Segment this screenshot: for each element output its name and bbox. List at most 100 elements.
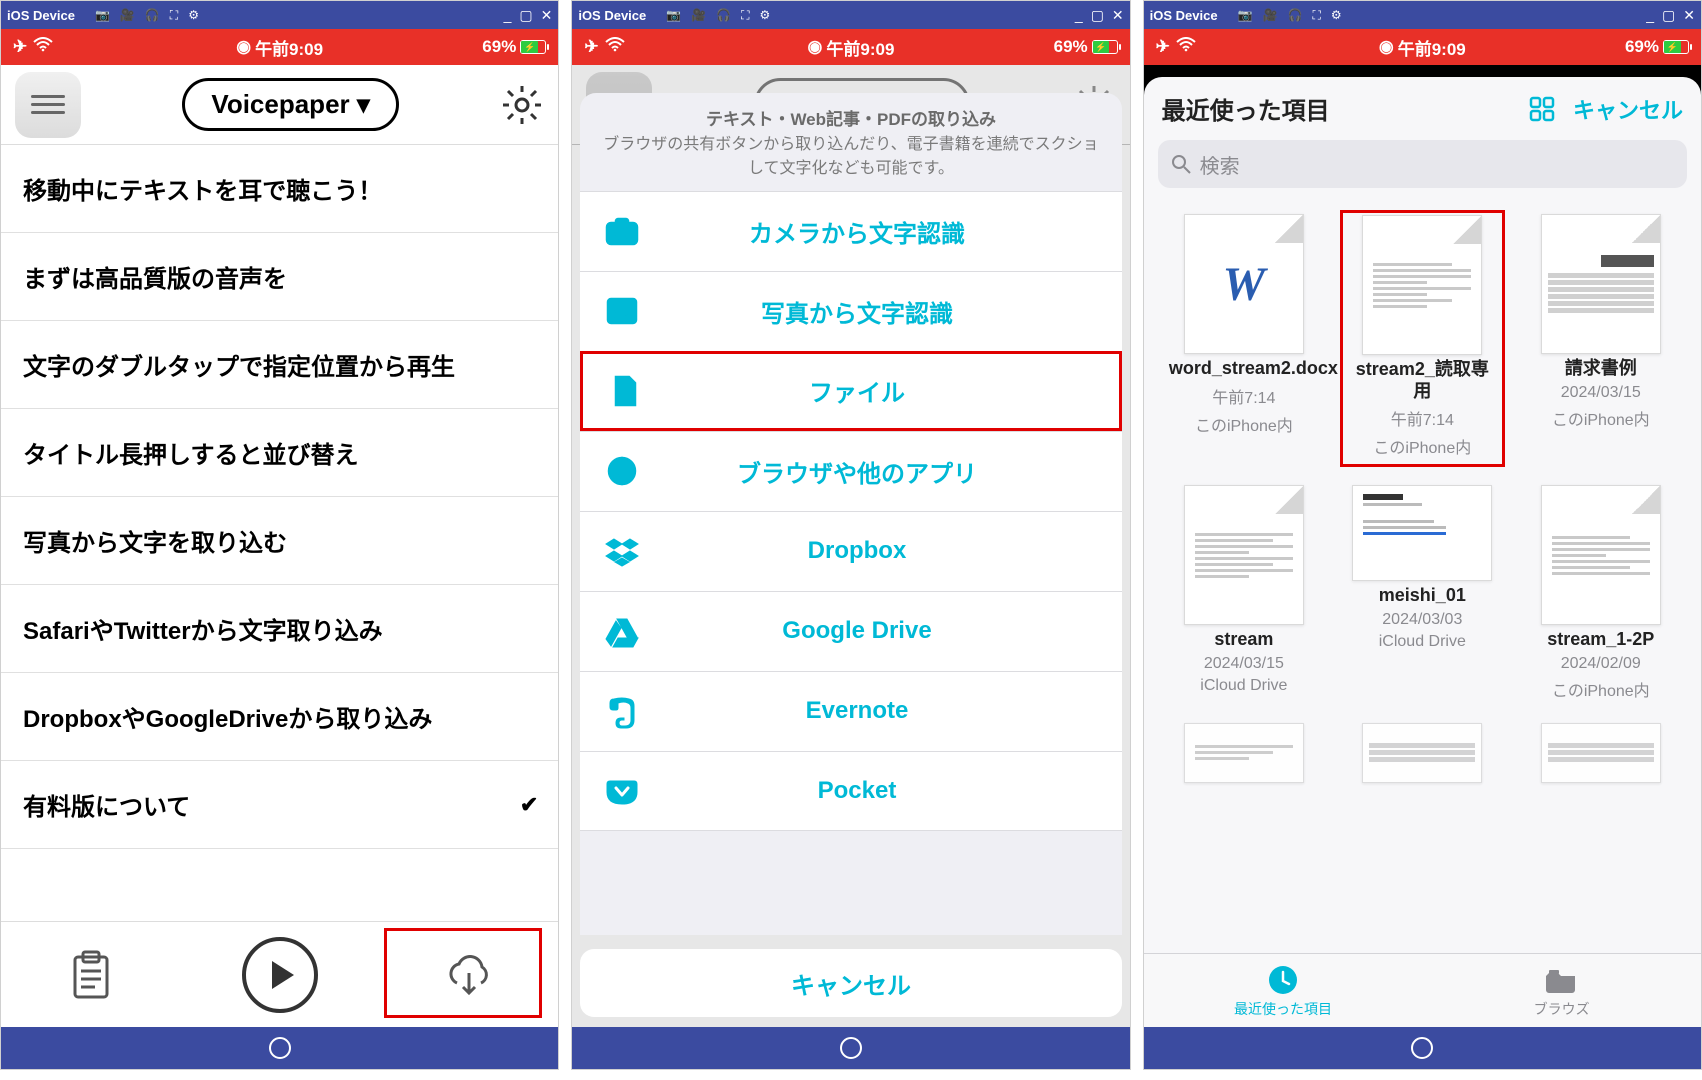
- headphones-icon[interactable]: 🎧: [1288, 8, 1303, 23]
- bottom-toolbar: [1, 921, 558, 1027]
- video-icon[interactable]: 🎥: [120, 8, 135, 23]
- sheet-option-browser[interactable]: ブラウザや他のアプリ: [580, 431, 1121, 511]
- sheet-option-camera[interactable]: カメラから文字認識: [580, 191, 1121, 271]
- window-minimize-button[interactable]: _: [1646, 7, 1654, 24]
- files-grid[interactable]: W word_stream2.docx 午前7:14 このiPhone内 str…: [1144, 200, 1701, 953]
- sheet-option-photo[interactable]: 写真から文字認識: [580, 271, 1121, 351]
- file-date: 2024/03/15: [1204, 655, 1284, 673]
- folder-icon: [1545, 963, 1579, 997]
- recording-indicator-icon: ◉: [808, 37, 823, 57]
- list-item[interactable]: まずは高品質版の音声を: [1, 233, 558, 321]
- airplane-mode-icon: ✈: [13, 37, 27, 57]
- tab-browse[interactable]: ブラウズ: [1422, 954, 1701, 1027]
- window-maximize-button[interactable]: ▢: [519, 7, 532, 24]
- window-maximize-button[interactable]: ▢: [1091, 7, 1104, 24]
- file-item-partial[interactable]: [1340, 719, 1504, 787]
- play-icon: [272, 961, 294, 989]
- ios-status-bar: ✈ ◉午前9:09 69%⚡: [572, 29, 1129, 65]
- device-panel-3: iOS Device 📷 🎥 🎧 ⛶ ⚙ _ ▢ ✕ ✈ ◉午前9:09 69%…: [1143, 0, 1702, 1070]
- gear-icon[interactable]: ⚙: [188, 8, 199, 23]
- file-item-partial[interactable]: [1519, 719, 1683, 787]
- file-item-highlighted[interactable]: stream2_読取専用 午前7:14 このiPhone内: [1340, 210, 1504, 467]
- checkmark-icon: ✔: [520, 792, 538, 818]
- ios-status-bar: ✈ ◉午前9:09 69%⚡: [1144, 29, 1701, 65]
- search-input[interactable]: 検索: [1158, 140, 1687, 188]
- file-thumbnail: [1362, 723, 1482, 783]
- fullscreen-icon[interactable]: ⛶: [741, 8, 749, 23]
- list-item-title: 移動中にテキストを耳で聴こう！: [23, 171, 382, 206]
- window-maximize-button[interactable]: ▢: [1662, 7, 1675, 24]
- folder-dropdown[interactable]: Voicepaper ▾: [182, 78, 399, 131]
- headphones-icon[interactable]: 🎧: [145, 8, 160, 23]
- sheet-option-dropbox[interactable]: Dropbox: [580, 511, 1121, 591]
- window-close-button[interactable]: ✕: [1112, 7, 1124, 24]
- video-icon[interactable]: 🎥: [1263, 8, 1278, 23]
- list-item-title: DropboxやGoogleDriveから取り込み: [23, 699, 432, 734]
- sheet-option-googledrive[interactable]: Google Drive: [580, 591, 1121, 671]
- sheet-cancel-button[interactable]: キャンセル: [580, 949, 1121, 1017]
- sheet-option-evernote[interactable]: Evernote: [580, 671, 1121, 751]
- list-item[interactable]: 移動中にテキストを耳で聴こう！: [1, 145, 558, 233]
- menu-button[interactable]: [15, 72, 81, 138]
- gear-icon[interactable]: ⚙: [1331, 8, 1342, 23]
- wifi-icon: [33, 37, 53, 58]
- camera-icon[interactable]: 📷: [1238, 8, 1253, 23]
- battery-percent: 69%: [1054, 37, 1088, 57]
- file-item[interactable]: stream_1-2P 2024/02/09 このiPhone内: [1519, 481, 1683, 705]
- sheet-option-label: ファイル: [671, 373, 1042, 408]
- camera-icon: [604, 213, 640, 249]
- file-name: meishi_01: [1379, 585, 1466, 607]
- video-icon[interactable]: 🎥: [691, 8, 706, 23]
- file-item[interactable]: meishi_01 2024/03/03 iCloud Drive: [1340, 481, 1504, 705]
- list-item[interactable]: DropboxやGoogleDriveから取り込み: [1, 673, 558, 761]
- import-action-sheet-backdrop[interactable]: テキスト・Web記事・PDFの取り込み ブラウザの共有ボタンから取り込んだり、電…: [572, 65, 1129, 1027]
- window-close-button[interactable]: ✕: [541, 7, 553, 24]
- import-button[interactable]: [441, 947, 497, 1003]
- file-item[interactable]: W word_stream2.docx 午前7:14 このiPhone内: [1162, 210, 1326, 467]
- files-picker-body: 最近使った項目 キャンセル 検索 W word_stream2.docx 午前7…: [1144, 65, 1701, 1027]
- fullscreen-icon[interactable]: ⛶: [170, 8, 178, 23]
- document-list[interactable]: 移動中にテキストを耳で聴こう！ まずは高品質版の音声を 文字のダブルタップで指定…: [1, 145, 558, 921]
- list-item-title: タイトル長押しすると並び替え: [23, 435, 359, 470]
- view-mode-button[interactable]: [1529, 96, 1555, 122]
- headphones-icon[interactable]: 🎧: [716, 8, 731, 23]
- battery-percent: 69%: [1625, 37, 1659, 57]
- titlebar-tool-icons: 📷 🎥 🎧 ⛶ ⚙: [1238, 8, 1342, 23]
- list-item[interactable]: 文字のダブルタップで指定位置から再生: [1, 321, 558, 409]
- list-item[interactable]: タイトル長押しすると並び替え: [1, 409, 558, 497]
- picker-cancel-button[interactable]: キャンセル: [1573, 93, 1683, 125]
- tab-recents[interactable]: 最近使った項目: [1144, 954, 1423, 1027]
- settings-button[interactable]: [500, 83, 544, 127]
- googledrive-icon: [604, 613, 640, 649]
- recording-indicator-icon: ◉: [236, 37, 251, 57]
- file-location: このiPhone内: [1552, 406, 1650, 430]
- android-navbar: [1144, 1027, 1701, 1069]
- list-item[interactable]: 写真から文字を取り込む: [1, 497, 558, 585]
- sheet-option-file[interactable]: ファイル: [580, 351, 1121, 431]
- home-indicator-icon[interactable]: [269, 1037, 291, 1059]
- file-name: stream_1-2P: [1547, 629, 1654, 651]
- gear-icon[interactable]: ⚙: [760, 8, 771, 23]
- play-button[interactable]: [242, 937, 318, 1013]
- file-thumbnail: [1362, 215, 1482, 355]
- clipboard-button[interactable]: [63, 947, 119, 1003]
- window-minimize-button[interactable]: _: [1075, 7, 1083, 24]
- status-time: 午前9:09: [1398, 35, 1466, 60]
- sheet-option-label: 写真から文字認識: [668, 294, 1045, 329]
- window-titlebar: iOS Device 📷 🎥 🎧 ⛶ ⚙ _ ▢ ✕: [572, 1, 1129, 29]
- window-minimize-button[interactable]: _: [504, 7, 512, 24]
- window-close-button[interactable]: ✕: [1683, 7, 1695, 24]
- camera-icon[interactable]: 📷: [666, 8, 681, 23]
- picker-header: 最近使った項目 キャンセル: [1144, 77, 1701, 134]
- file-item-partial[interactable]: [1162, 719, 1326, 787]
- file-item[interactable]: 請求書例 2024/03/15 このiPhone内: [1519, 210, 1683, 467]
- list-item-title: 有料版について: [23, 787, 190, 822]
- sheet-option-pocket[interactable]: Pocket: [580, 751, 1121, 831]
- list-item[interactable]: SafariやTwitterから文字取り込み: [1, 585, 558, 673]
- fullscreen-icon[interactable]: ⛶: [1312, 8, 1320, 23]
- home-indicator-icon[interactable]: [840, 1037, 862, 1059]
- camera-icon[interactable]: 📷: [95, 8, 110, 23]
- list-item[interactable]: 有料版について ✔: [1, 761, 558, 849]
- file-item[interactable]: stream 2024/03/15 iCloud Drive: [1162, 481, 1326, 705]
- home-indicator-icon[interactable]: [1411, 1037, 1433, 1059]
